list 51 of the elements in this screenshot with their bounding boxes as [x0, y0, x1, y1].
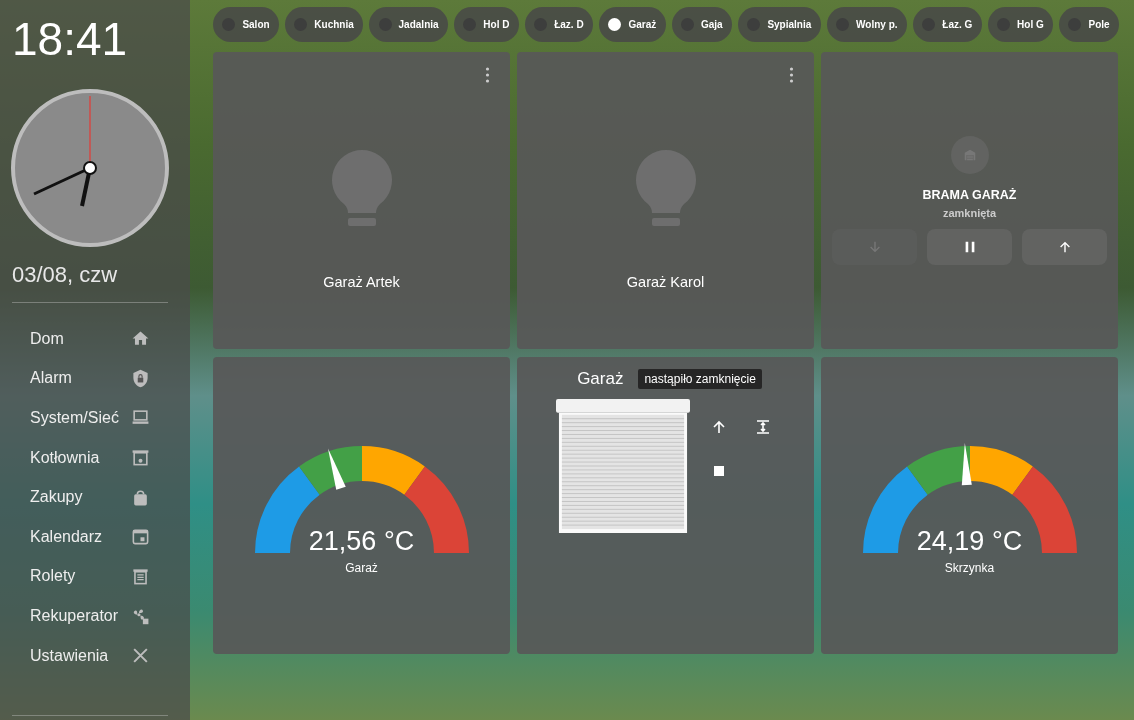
- arrow-down-icon: [867, 240, 882, 254]
- gate-title: BRAMA GARAŻ: [922, 188, 1017, 202]
- menu-item[interactable]: Rekuperator: [0, 596, 190, 636]
- shield-lock-icon: [131, 368, 150, 388]
- calendar-icon: [131, 527, 150, 547]
- more-menu-icon[interactable]: [485, 67, 490, 83]
- room-chip[interactable]: Łaz. D: [524, 7, 594, 42]
- room-chip[interactable]: Sypialnia: [738, 7, 821, 42]
- room-chip[interactable]: Hol G: [987, 7, 1054, 42]
- room-chip[interactable]: Kuchnia: [285, 7, 364, 42]
- light-name: Garaż Artek: [323, 274, 400, 290]
- menu-item[interactable]: Dom: [0, 319, 190, 359]
- analog-clock-icon: [10, 88, 170, 248]
- shopping-bag-icon: [131, 487, 150, 507]
- sensor-name: Skrzynka: [944, 561, 995, 575]
- room-chip[interactable]: Gaja: [671, 7, 732, 42]
- room-chip[interactable]: Wolny p.: [826, 7, 907, 42]
- menu-item[interactable]: Alarm: [0, 358, 190, 399]
- gate-state: zamknięta: [942, 207, 997, 219]
- position-icon: [755, 419, 771, 435]
- stop-icon: [711, 463, 727, 479]
- status-badge: nastąpiło zamknięcie: [638, 369, 762, 389]
- room-chip[interactable]: Jadalnia: [369, 7, 448, 42]
- menu-item[interactable]: System/Sieć: [0, 398, 190, 438]
- light-card[interactable]: Garaż Karol: [517, 52, 814, 349]
- room-chip[interactable]: Łaz. G: [912, 7, 982, 42]
- temperature-value: 21,56 °C: [307, 528, 416, 555]
- fireplace-icon: [131, 448, 150, 468]
- room-chip[interactable]: Salon: [213, 7, 279, 42]
- clock-time: 18:41: [11, 12, 128, 62]
- room-chip[interactable]: Garaż: [599, 7, 666, 42]
- room-chip[interactable]: Hol D: [453, 7, 519, 42]
- room-chip[interactable]: Pole: [1059, 7, 1119, 42]
- shutter-icon: [131, 566, 150, 586]
- date-text: 03/08, czw: [11, 261, 118, 288]
- sensor-name: Garaż: [345, 561, 378, 575]
- light-name: Garaż Karol: [626, 274, 705, 290]
- lightbulb-icon: [329, 148, 394, 228]
- arrow-up-icon: [1057, 240, 1072, 254]
- menu-item[interactable]: Zakupy: [0, 477, 190, 517]
- lightbulb-icon: [633, 148, 698, 228]
- more-menu-icon[interactable]: [789, 67, 794, 83]
- garage-icon: [950, 136, 989, 174]
- shutter-title: Garaż: [577, 369, 624, 389]
- menu-item[interactable]: Kalendarz: [0, 516, 190, 557]
- temperature-value: 24,19 °C: [915, 528, 1024, 555]
- menu-item[interactable]: Ustawienia: [0, 635, 190, 676]
- light-card[interactable]: Garaż Artek: [213, 52, 510, 349]
- menu-item[interactable]: Kotłownia: [0, 437, 190, 478]
- arrow-up-icon: [711, 419, 727, 435]
- menu-item[interactable]: Rolety: [0, 556, 190, 597]
